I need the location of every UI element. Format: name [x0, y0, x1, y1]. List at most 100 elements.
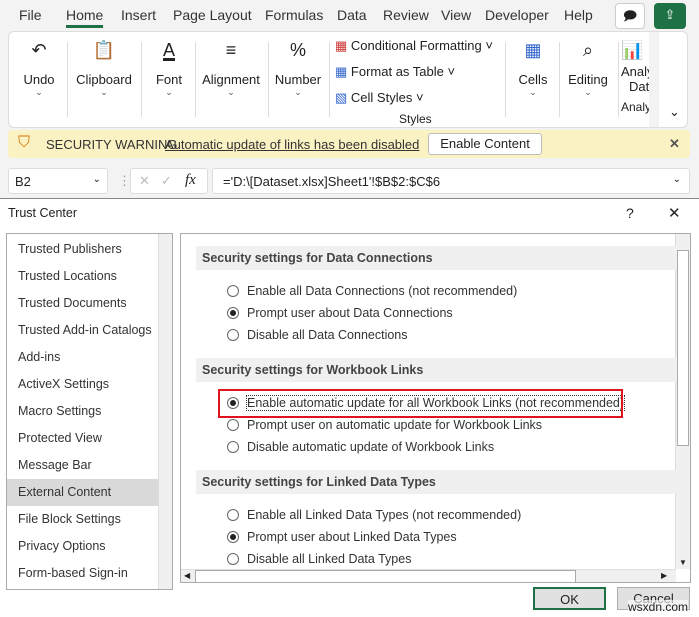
- help-button[interactable]: ?: [626, 205, 634, 221]
- trust-center-sidebar: Trusted Publishers Trusted Locations Trust…: [6, 233, 173, 590]
- radio-option[interactable]: Prompt user about Data Connections: [227, 304, 453, 322]
- sidebar-item-macro-settings[interactable]: Macro Settings: [7, 398, 159, 425]
- sidebar-item-trusted-publishers[interactable]: Trusted Publishers: [7, 236, 159, 263]
- radio-button[interactable]: [227, 531, 239, 543]
- chevron-down-icon: ⌄: [92, 174, 101, 185]
- radio-label: Enable all Data Connections (not recomme…: [247, 284, 518, 298]
- tab-view[interactable]: View: [441, 7, 471, 23]
- section-header: Security settings for Workbook Links: [196, 358, 676, 382]
- section-header: Security settings for Data Connections: [196, 246, 676, 270]
- search-icon: ⌕: [582, 40, 594, 60]
- radio-option[interactable]: Prompt user on automatic update for Work…: [227, 416, 542, 434]
- shield-warning-icon: ⛉: [18, 134, 31, 151]
- sidebar-item-external-content[interactable]: External Content: [7, 479, 159, 506]
- close-warning-icon[interactable]: ✕: [669, 136, 680, 152]
- chevron-down-icon: ⌄: [529, 87, 537, 97]
- sidebar-item-file-block-settings[interactable]: File Block Settings: [7, 506, 159, 533]
- radio-label: Prompt user about Data Connections: [247, 306, 453, 320]
- tab-developer[interactable]: Developer: [485, 7, 549, 23]
- vertical-scrollbar[interactable]: ▼: [675, 234, 690, 569]
- radio-button[interactable]: [227, 441, 239, 453]
- chevron-down-icon: ⌄: [294, 87, 302, 97]
- sidebar-scrollbar[interactable]: [158, 234, 172, 589]
- tab-insert[interactable]: Insert: [121, 7, 156, 23]
- sidebar-item-activex-settings[interactable]: ActiveX Settings: [7, 371, 159, 398]
- insert-function-button[interactable]: fx: [185, 172, 196, 189]
- share-button[interactable]: ⇪: [654, 3, 686, 29]
- scroll-right-icon[interactable]: ▶: [661, 571, 667, 580]
- tab-formulas[interactable]: Formulas: [265, 7, 323, 23]
- sidebar-item-add-ins[interactable]: Add-ins: [7, 344, 159, 371]
- radio-label: Prompt user about Linked Data Types: [247, 530, 457, 544]
- number-button[interactable]: % Number ⌄: [268, 32, 328, 127]
- chevron-down-icon: ⌄: [584, 87, 592, 97]
- radio-option[interactable]: Disable automatic update of Workbook Lin…: [227, 438, 494, 456]
- format-table-icon: ▦: [335, 64, 348, 79]
- radio-button[interactable]: [227, 307, 239, 319]
- warning-message-link[interactable]: Automatic update of links has been disab…: [165, 137, 419, 152]
- sidebar-item-trusted-documents[interactable]: Trusted Documents: [7, 290, 159, 317]
- radio-button[interactable]: [227, 285, 239, 297]
- tab-file[interactable]: File: [19, 7, 42, 23]
- close-dialog-button[interactable]: ✕: [668, 204, 681, 222]
- sidebar-item-message-bar[interactable]: Message Bar: [7, 452, 159, 479]
- sidebar-item-trusted-locations[interactable]: Trusted Locations: [7, 263, 159, 290]
- editing-button[interactable]: ⌕ Editing ⌄: [559, 32, 617, 127]
- radio-label: Enable all Linked Data Types (not recomm…: [247, 508, 522, 522]
- chevron-down-icon: ⌄: [227, 87, 235, 97]
- sidebar-item-trusted-add-in-catalogs[interactable]: Trusted Add-in Catalogs: [7, 317, 159, 344]
- ok-button[interactable]: OK: [533, 587, 606, 610]
- name-box[interactable]: B2 ⌄: [8, 168, 108, 194]
- conditional-formatting-button[interactable]: ▦ Conditional Formatting ˅: [335, 38, 493, 54]
- warning-title: SECURITY WARNING: [46, 137, 178, 152]
- collapse-ribbon-icon[interactable]: ⌄: [669, 104, 680, 120]
- undo-button[interactable]: ↶ Undo ⌄: [13, 32, 65, 127]
- analyze-data-button[interactable]: 📊 Analy Dat Analy: [621, 32, 651, 127]
- tab-page-layout[interactable]: Page Layout: [173, 7, 252, 23]
- format-as-table-button[interactable]: ▦ Format as Table ˅: [335, 64, 455, 80]
- cells-icon: ▦: [524, 40, 542, 60]
- ribbon-scroll-right[interactable]: [649, 32, 659, 127]
- comments-button[interactable]: 🗩: [615, 3, 645, 29]
- alignment-button[interactable]: ≡ Alignment ⌄: [195, 32, 267, 127]
- radio-option[interactable]: Disable all Data Connections: [227, 326, 408, 344]
- font-button[interactable]: A Font ⌄: [143, 32, 195, 127]
- analyze-data-icon: 📊: [621, 40, 644, 60]
- radio-button[interactable]: [227, 329, 239, 341]
- sidebar-item-form-based-sign-in[interactable]: Form-based Sign-in: [7, 560, 159, 587]
- radio-button[interactable]: [227, 553, 239, 565]
- scrollbar-thumb[interactable]: [677, 250, 689, 446]
- enable-content-button[interactable]: Enable Content: [428, 133, 542, 155]
- tab-help[interactable]: Help: [564, 7, 593, 23]
- cell-styles-button[interactable]: ▧ Cell Styles ˅: [335, 90, 424, 106]
- dialog-title: Trust Center: [8, 206, 78, 220]
- radio-option[interactable]: Enable all Linked Data Types (not recomm…: [227, 506, 521, 524]
- h-scrollbar-thumb[interactable]: [195, 570, 576, 582]
- formula-buttons: ✕ ✓ fx: [130, 168, 208, 194]
- scroll-left-icon[interactable]: ◀: [184, 571, 190, 580]
- horizontal-scrollbar[interactable]: ◀ ▶: [181, 569, 676, 582]
- tab-home[interactable]: Home: [66, 7, 104, 28]
- sidebar-item-privacy-options[interactable]: Privacy Options: [7, 533, 159, 560]
- cancel-icon[interactable]: ✕: [139, 173, 150, 189]
- radio-label: Disable all Data Connections: [247, 328, 408, 342]
- scroll-down-icon[interactable]: ▼: [679, 558, 687, 567]
- radio-option[interactable]: Disable all Linked Data Types: [227, 550, 411, 568]
- radio-option[interactable]: Prompt user about Linked Data Types: [227, 528, 457, 546]
- percent-icon: %: [289, 40, 306, 60]
- tab-review[interactable]: Review: [383, 7, 429, 23]
- clipboard-button[interactable]: 📋 Clipboard ⌄: [69, 32, 139, 127]
- clipboard-icon: 📋: [92, 40, 116, 60]
- tab-data[interactable]: Data: [337, 7, 367, 23]
- highlight-box: [218, 389, 623, 418]
- formula-text: ='D:\[Dataset.xlsx]Sheet1'!$B$2:$C$6: [223, 174, 441, 189]
- formula-bar: B2 ⌄ ⋮ ✕ ✓ fx ='D:\[Dataset.xlsx]Sheet1'!…: [8, 168, 690, 194]
- radio-button[interactable]: [227, 419, 239, 431]
- font-icon: A: [162, 40, 175, 60]
- formula-input[interactable]: ='D:\[Dataset.xlsx]Sheet1'!$B$2:$C$6 ⌄: [212, 168, 690, 194]
- radio-option[interactable]: Enable all Data Connections (not recomme…: [227, 282, 517, 300]
- enter-icon[interactable]: ✓: [161, 173, 172, 189]
- cells-button[interactable]: ▦ Cells ⌄: [507, 32, 559, 127]
- radio-button[interactable]: [227, 509, 239, 521]
- sidebar-item-protected-view[interactable]: Protected View: [7, 425, 159, 452]
